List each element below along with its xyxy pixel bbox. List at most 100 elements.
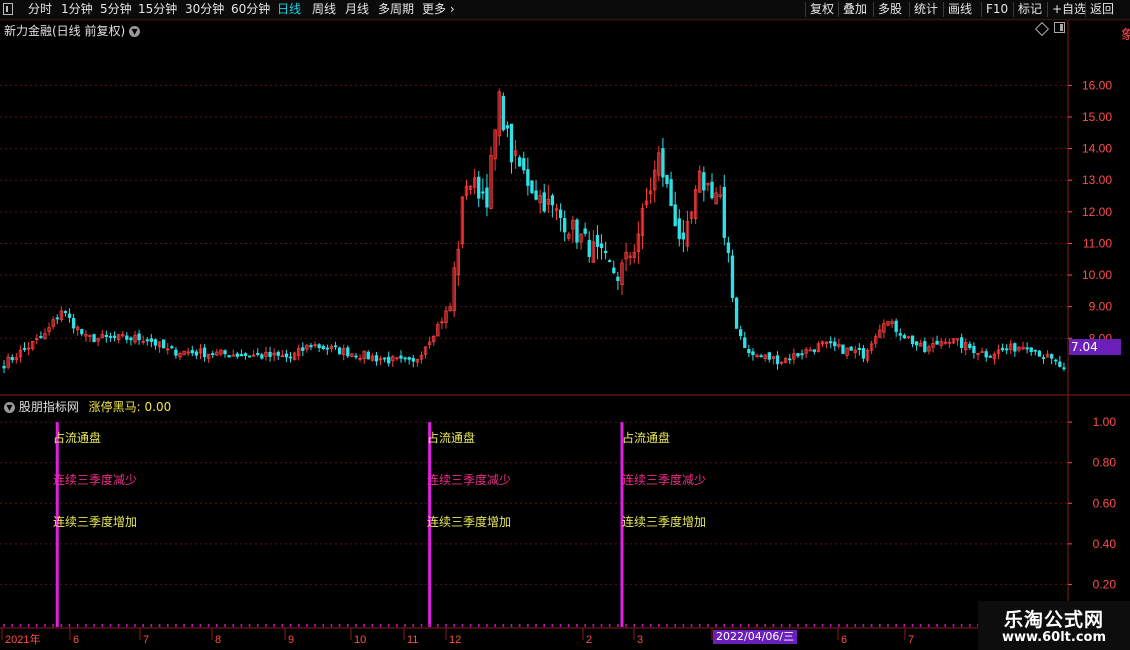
candle-body	[301, 347, 305, 351]
signal-tick	[919, 624, 922, 627]
signal-tick	[85, 624, 87, 627]
candle-body	[833, 341, 837, 347]
signal-tick	[363, 624, 365, 627]
signal-label-decrease: 连续三季度减少	[427, 473, 512, 487]
signal-tick	[854, 624, 857, 627]
candle-body	[170, 346, 174, 349]
signal-tick	[379, 624, 382, 627]
date-label: 7	[908, 634, 914, 646]
chevron-down-icon[interactable]: ▼	[4, 402, 15, 413]
signal-tick	[371, 624, 374, 627]
y-tick-label: 12.00	[1082, 205, 1112, 219]
signal-tick	[764, 624, 767, 627]
signal-tick	[224, 624, 226, 627]
signal-tick	[306, 624, 308, 627]
signal-tick	[297, 624, 300, 627]
signal-tick	[453, 624, 455, 627]
signal-tick	[420, 624, 423, 627]
candle-body	[677, 218, 681, 240]
signal-tick	[518, 624, 521, 627]
signal-tick	[952, 624, 955, 627]
signal-tick	[600, 624, 603, 627]
signal-tick	[911, 624, 914, 627]
signal-tick	[355, 624, 357, 627]
candle-body	[321, 345, 325, 350]
signal-tick	[52, 624, 54, 627]
candle-body	[812, 349, 816, 352]
candle-body	[374, 355, 379, 362]
signal-tick	[641, 624, 644, 627]
candle-body	[710, 181, 714, 199]
candle-body	[665, 174, 669, 185]
signal-tick	[387, 624, 390, 627]
candle-body	[125, 335, 129, 340]
signal-tick	[658, 624, 660, 627]
candle-body	[268, 351, 272, 357]
candle-body	[530, 180, 534, 194]
candle-body	[595, 235, 600, 247]
candle-body	[145, 339, 149, 342]
candle-body	[898, 333, 902, 336]
signal-tick	[60, 624, 63, 627]
signal-tick	[788, 624, 791, 627]
signal-tick	[76, 624, 79, 627]
signal-tick	[437, 624, 439, 627]
signal-tick	[870, 624, 873, 627]
candle-body	[730, 255, 735, 298]
signal-tick	[739, 624, 742, 627]
indicator-value: 涨停黑马: 0.00	[88, 400, 172, 414]
signal-tick	[944, 624, 947, 627]
signal-tick	[633, 624, 636, 627]
signal-tick	[158, 624, 161, 627]
signal-tick	[273, 624, 275, 627]
signal-tick	[887, 624, 889, 627]
candle-body	[914, 341, 919, 346]
signal-tick	[469, 624, 472, 627]
signal-tick	[150, 624, 153, 627]
candle-body	[153, 339, 158, 346]
signal-tick	[625, 624, 627, 627]
candle-body	[734, 297, 739, 329]
signal-tick	[126, 624, 128, 627]
signal-tick	[527, 624, 529, 627]
signal-label-increase: 连续三季度增加	[622, 515, 707, 529]
candle-body	[1004, 348, 1009, 351]
y-tick-label: 0.60	[1093, 496, 1117, 510]
date-label: 10	[354, 634, 366, 646]
candle-body	[1037, 350, 1042, 357]
signal-tick	[666, 624, 668, 627]
candle-body	[22, 348, 27, 350]
signal-tick	[715, 624, 717, 627]
candle-body	[247, 355, 252, 358]
candle-body	[354, 355, 358, 358]
signal-tick	[805, 624, 807, 627]
candle-body	[583, 228, 587, 234]
candle-body	[382, 357, 387, 360]
candle-body	[972, 345, 976, 354]
candle-body	[542, 192, 546, 212]
candle-body	[603, 250, 608, 254]
candle-body	[788, 358, 792, 361]
signal-tick	[19, 624, 22, 627]
y-tick-label: 0.40	[1093, 537, 1117, 551]
candle-body	[935, 340, 939, 345]
y-tick-label: 0.20	[1093, 577, 1117, 591]
candle-body	[681, 232, 686, 240]
signal-tick	[281, 624, 284, 627]
signal-tick	[690, 624, 693, 627]
date-label: 12	[449, 634, 461, 646]
candle-body	[317, 344, 321, 348]
candle-body	[333, 345, 338, 348]
signal-tick	[199, 624, 202, 627]
watermark-logo: 乐淘公式网 www.60lt.com	[978, 601, 1130, 650]
candle-body	[112, 335, 117, 338]
candle-body	[534, 190, 538, 200]
kline-chart[interactable]: 16.00 15.00 14.00 13.00 12.00 11.00 10.00 9.00 8…	[0, 0, 1130, 650]
signal-tick	[404, 624, 406, 627]
candle-body	[1025, 347, 1029, 350]
y-tick-label: 14.00	[1082, 142, 1112, 156]
candle-body	[959, 337, 964, 349]
candle-body	[235, 353, 239, 357]
candle-body	[108, 335, 113, 338]
candle-body	[509, 123, 514, 163]
